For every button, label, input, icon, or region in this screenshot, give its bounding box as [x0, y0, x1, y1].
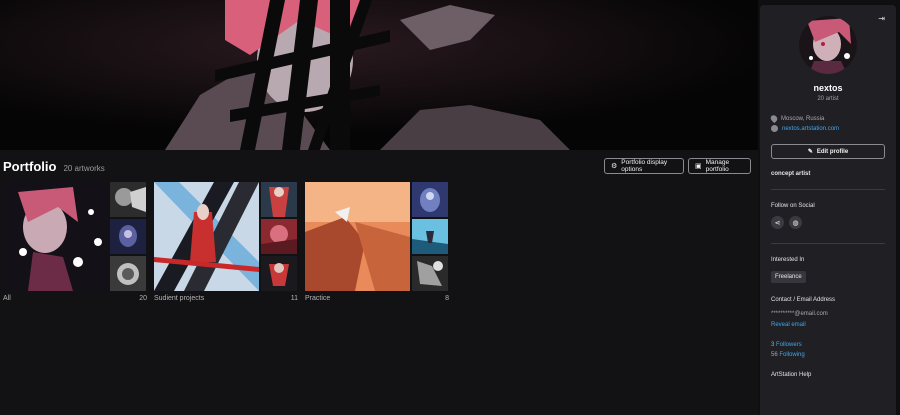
album-thumb — [412, 256, 448, 291]
gear-icon: ⚙ — [611, 162, 618, 170]
follow-social-heading: Follow on Social — [771, 203, 815, 209]
portfolio-count: 20 artworks — [63, 164, 105, 173]
avatar[interactable] — [799, 16, 857, 74]
following-row[interactable]: 56 Following — [771, 352, 805, 358]
manage-portfolio-button[interactable]: ▣ Manage portfolio — [688, 158, 751, 174]
globe-icon — [771, 125, 778, 132]
location-text: Moscow, Russia — [781, 115, 825, 122]
interest-chip: Freelance — [771, 271, 806, 283]
portfolio-display-options-button[interactable]: ⚙ Portfolio display options — [604, 158, 684, 174]
album-cover-image — [305, 182, 410, 291]
album-thumb — [110, 219, 146, 254]
following-count: 56 — [771, 352, 778, 358]
profile-sidebar: ⇥ nextos 20 artist Moscow, Russia nextos… — [760, 5, 896, 415]
album-name: Practice — [305, 295, 331, 302]
location-pin-icon — [769, 113, 779, 124]
portfolio-section: Portfolio 20 artworks ⚙ Portfolio displa… — [0, 150, 758, 415]
artstation-help-link[interactable]: ArtStation Help — [771, 372, 811, 378]
image-icon: ▣ — [695, 162, 702, 170]
album-name: All — [3, 295, 11, 302]
album-thumbnails — [154, 182, 298, 291]
share-button[interactable]: ⋖ — [771, 216, 784, 229]
album-cover-image — [154, 182, 259, 291]
profile-banner — [0, 0, 758, 150]
email-masked: **********@email.com — [771, 311, 828, 317]
profile-headline: concept artist — [771, 171, 811, 177]
album-practice[interactable]: Practice 8 — [305, 182, 449, 302]
album-cover-image — [3, 182, 108, 291]
globe-icon: ◍ — [792, 219, 799, 227]
website-link[interactable]: nextos.artstation.com — [782, 126, 839, 132]
album-thumbnails — [3, 182, 147, 291]
divider — [771, 243, 885, 244]
album-name: Sudient projects — [154, 295, 205, 302]
reveal-email-link[interactable]: Reveal email — [771, 322, 806, 328]
website-row: nextos.artstation.com — [771, 125, 839, 132]
album-thumb — [261, 219, 297, 254]
manage-portfolio-label: Manage portfolio — [705, 159, 730, 173]
album-count: 8 — [445, 295, 449, 302]
collapse-arrow-icon[interactable]: ⇥ — [878, 14, 885, 23]
followers-count: 3 — [771, 342, 775, 348]
divider — [771, 189, 885, 190]
album-count: 11 — [290, 295, 298, 302]
album-meta: Sudient projects 11 — [154, 295, 298, 302]
album-student-projects[interactable]: Sudient projects 11 — [154, 182, 298, 302]
album-all[interactable]: All 20 — [3, 182, 147, 302]
portfolio-header: Portfolio 20 artworks — [3, 159, 105, 174]
location-row: Moscow, Russia — [769, 113, 825, 124]
portfolio-display-options-label: Portfolio display options — [621, 159, 668, 173]
album-thumbnails — [305, 182, 449, 291]
globe-social-button[interactable]: ◍ — [789, 216, 802, 229]
edit-profile-label: Edit profile — [816, 148, 849, 155]
album-count: 20 — [139, 295, 147, 302]
portfolio-title: Portfolio — [3, 159, 57, 174]
album-thumb — [261, 256, 297, 291]
album-thumb — [412, 219, 448, 254]
album-thumb — [412, 182, 448, 217]
album-meta: All 20 — [3, 295, 147, 302]
album-thumb — [110, 256, 146, 291]
pencil-icon: ✎ — [807, 149, 813, 155]
followers-link[interactable]: Followers — [776, 342, 802, 348]
album-thumb — [261, 182, 297, 217]
followers-row[interactable]: 3 Followers — [771, 342, 802, 348]
album-meta: Practice 8 — [305, 295, 449, 302]
interested-in-heading: Interested In — [771, 257, 805, 263]
album-thumb — [110, 182, 146, 217]
share-icon: ⋖ — [774, 219, 781, 227]
profile-subtitle: 20 artist — [817, 96, 839, 102]
edit-profile-button[interactable]: ✎ Edit profile — [771, 144, 885, 159]
username: nextos — [813, 83, 843, 93]
contact-heading: Contact / Email Address — [771, 297, 836, 303]
following-link[interactable]: Following — [779, 352, 804, 358]
